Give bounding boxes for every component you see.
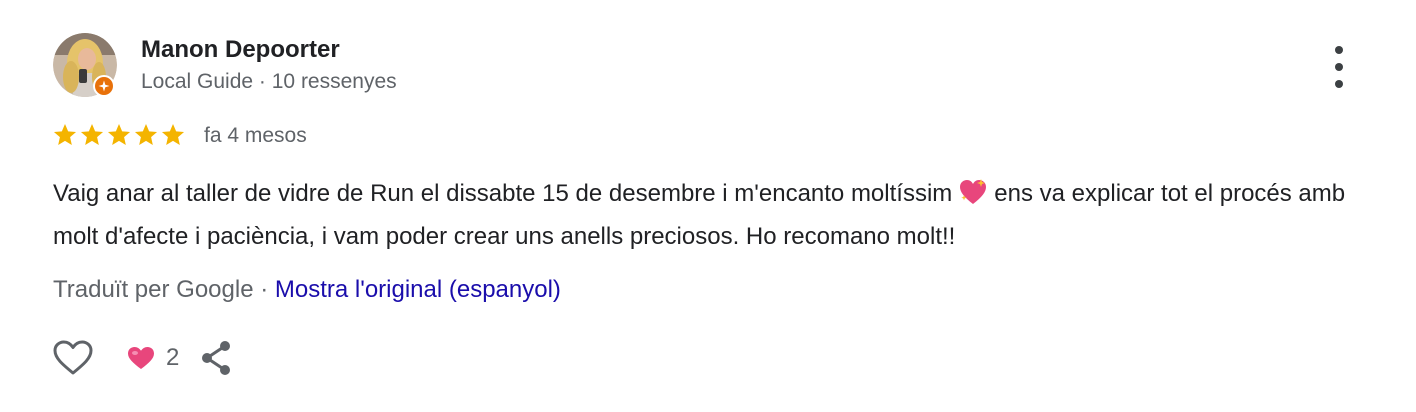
local-guide-label: Local Guide	[141, 70, 254, 93]
star-rating	[52, 122, 186, 148]
info-separator: ·	[253, 70, 272, 93]
show-original-link[interactable]: Mostra l'original (espanyol)	[275, 276, 561, 303]
heart-reaction-icon	[128, 347, 154, 369]
reviewer-name[interactable]: Manon Depoorter	[141, 36, 340, 64]
review-date: fa 4 mesos	[204, 124, 307, 147]
review-actions: 2	[52, 338, 233, 378]
star-icon	[161, 123, 185, 145]
review-count: 10 ressenyes	[271, 70, 397, 93]
reaction-summary[interactable]: 2	[126, 344, 179, 372]
review-text: Vaig anar al taller de vidre de Run el d…	[53, 175, 1363, 256]
star-icon	[53, 123, 77, 145]
review-card: Manon Depoorter Local Guide · 10 resseny…	[0, 0, 1416, 412]
sparkling-heart-icon	[958, 178, 988, 218]
heart-outline-icon[interactable]	[52, 339, 94, 377]
more-options-icon[interactable]	[1324, 46, 1354, 88]
avatar[interactable]	[53, 33, 117, 97]
local-guide-badge-icon	[93, 75, 115, 97]
star-icon	[107, 123, 131, 145]
star-icon	[134, 123, 158, 145]
star-icon	[80, 123, 104, 145]
reaction-count: 2	[166, 344, 180, 371]
translation-separator: ·	[253, 276, 275, 303]
review-text-part-1: Vaig anar al taller de vidre de Run el d…	[53, 180, 953, 207]
translated-by-label: Traduït per Google	[53, 276, 254, 303]
reviewer-info[interactable]: Local Guide · 10 ressenyes	[141, 70, 397, 94]
share-icon[interactable]	[199, 340, 233, 376]
translation-line: Traduït per Google · Mostra l'original (…	[53, 276, 561, 304]
